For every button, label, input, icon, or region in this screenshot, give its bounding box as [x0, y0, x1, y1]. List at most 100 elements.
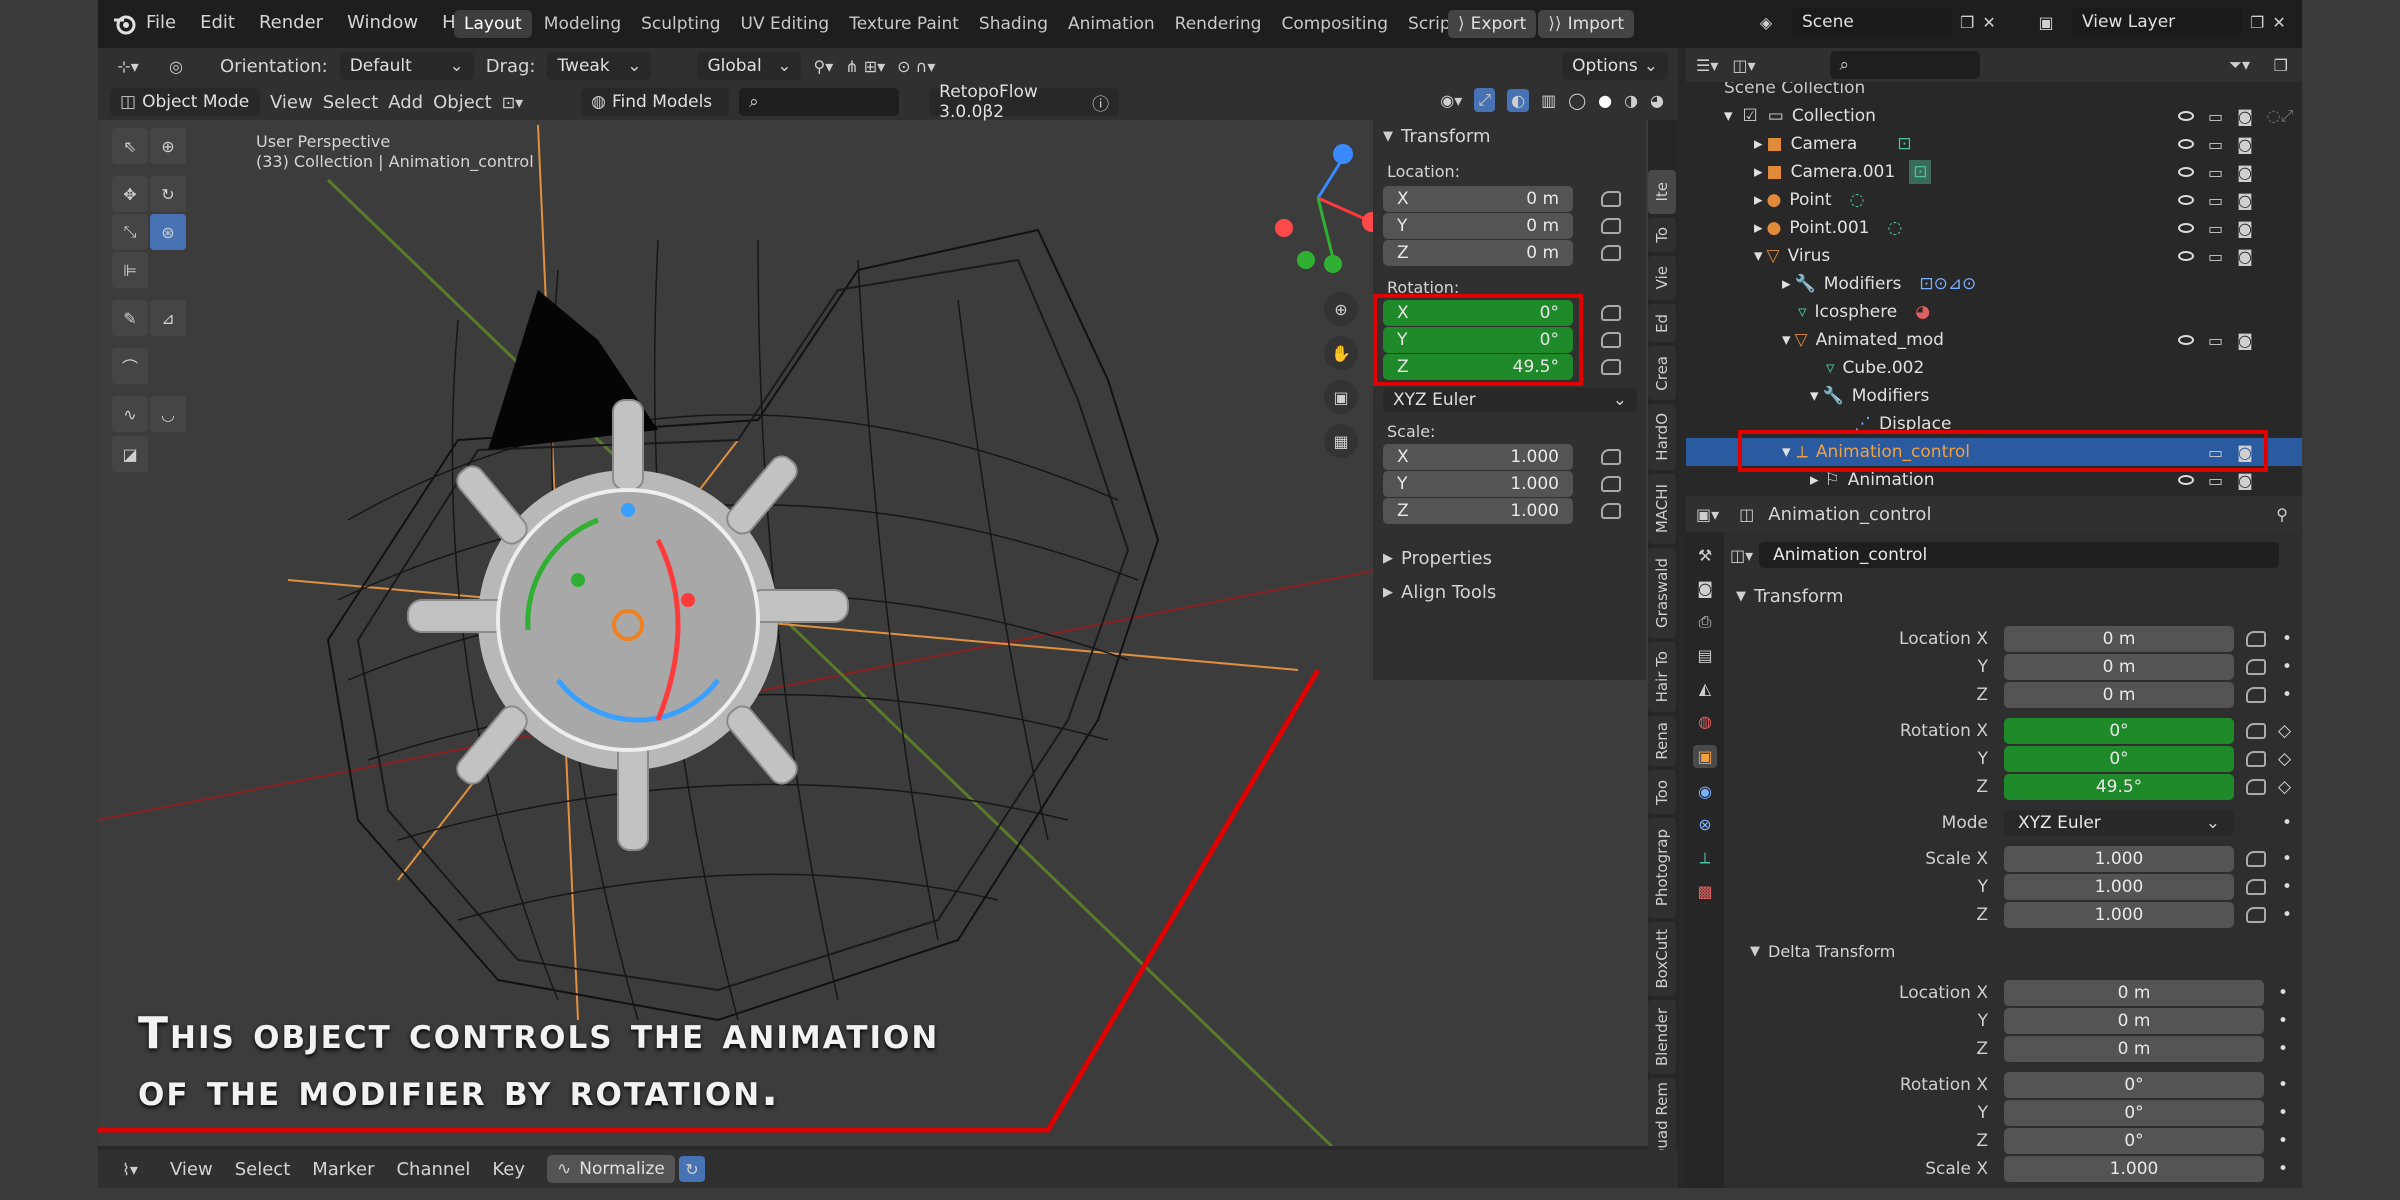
- lock-icon[interactable]: [1601, 476, 1621, 492]
- new-collection-icon[interactable]: ❐: [2274, 56, 2288, 75]
- tab-sculpting[interactable]: Sculpting: [633, 10, 728, 38]
- render-camera-icon[interactable]: ◙: [2237, 219, 2253, 238]
- tab-graswald[interactable]: Graswald: [1648, 548, 1676, 638]
- tab-machin3[interactable]: MACHI: [1648, 474, 1676, 544]
- keyframe-diamond-icon[interactable]: ◇: [2278, 777, 2291, 797]
- proportional-edit-icon[interactable]: ⊙ ∩▾: [897, 57, 935, 76]
- location-z-input[interactable]: 0 m: [2004, 682, 2234, 708]
- tab-layout[interactable]: Layout: [454, 10, 532, 38]
- keyframe-dot-icon[interactable]: •: [2278, 1075, 2288, 1095]
- view-layer-tab-icon[interactable]: ▤: [1697, 646, 1712, 665]
- tab-render[interactable]: Rena: [1648, 716, 1676, 766]
- monitor-icon[interactable]: ▭: [2208, 163, 2223, 182]
- tab-hardops[interactable]: HardO: [1648, 404, 1676, 470]
- scale-z-field[interactable]: Z 1.000: [1383, 498, 1573, 524]
- outliner-editor-icon[interactable]: ☰▾: [1696, 56, 1718, 75]
- monitor-icon[interactable]: ▭: [2208, 191, 2223, 210]
- tool-tab-icon[interactable]: ⚒: [1698, 546, 1712, 565]
- tab-blender[interactable]: Blender: [1648, 1000, 1676, 1074]
- orientation-dropdown[interactable]: Default ⌄: [339, 52, 474, 80]
- find-models-dropdown[interactable]: ◍ Find Models: [581, 88, 730, 116]
- outliner-search[interactable]: ⌕: [1829, 51, 1980, 79]
- timeline-channel-menu[interactable]: Channel: [396, 1159, 470, 1180]
- normalize-toggle[interactable]: ∿ Normalize: [547, 1155, 675, 1183]
- move-tool-icon[interactable]: ✥: [112, 176, 148, 212]
- keyframe-dot-icon[interactable]: •: [2278, 1039, 2288, 1059]
- lock-icon[interactable]: [1601, 218, 1621, 234]
- scene-field[interactable]: Scene: [1792, 8, 1952, 36]
- cursor-tool-icon[interactable]: ⊕: [150, 128, 186, 164]
- delta-rotation-z-input[interactable]: 0°: [2004, 1128, 2264, 1154]
- keyframe-dot-icon[interactable]: •: [2282, 849, 2292, 869]
- tab-tools[interactable]: Too: [1648, 770, 1676, 814]
- keyframe-diamond-icon[interactable]: ◇: [2278, 721, 2291, 741]
- eye-icon[interactable]: [2178, 139, 2194, 149]
- keyframe-dot-icon[interactable]: •: [2282, 813, 2292, 833]
- curve-tool-icon[interactable]: ⌒: [112, 348, 148, 384]
- scale-y-input[interactable]: 1.000: [2004, 874, 2234, 900]
- pan-hand-icon[interactable]: ✋: [1324, 336, 1358, 370]
- location-z-field[interactable]: Z0 m: [1383, 240, 1573, 266]
- keyframe-dot-icon[interactable]: •: [2278, 1103, 2288, 1123]
- lock-icon[interactable]: [2246, 631, 2266, 647]
- lock-icon[interactable]: [2246, 659, 2266, 675]
- scale-x-field[interactable]: X 1.000: [1383, 444, 1573, 470]
- lock-icon[interactable]: [2246, 907, 2266, 923]
- select-tool-icon[interactable]: ⇖: [112, 128, 148, 164]
- checkbox-icon[interactable]: ☑: [1743, 106, 1758, 126]
- draw-tool-icon[interactable]: ∿: [112, 396, 148, 432]
- transform-tool-icon[interactable]: ⊛: [150, 214, 186, 250]
- tab-item[interactable]: Ite: [1648, 170, 1676, 214]
- rotate-tool-icon[interactable]: ↻: [150, 176, 186, 212]
- eye-icon[interactable]: [2178, 251, 2194, 261]
- refresh-icon[interactable]: ↻: [678, 1156, 705, 1182]
- eye-icon[interactable]: [2178, 475, 2194, 485]
- add-menu[interactable]: Add: [388, 92, 423, 113]
- monitor-icon[interactable]: ▭: [2208, 443, 2223, 462]
- lock-icon[interactable]: [2246, 687, 2266, 703]
- physics-tab-icon[interactable]: ◉: [1698, 782, 1712, 801]
- tab-uv-editing[interactable]: UV Editing: [733, 10, 838, 38]
- output-tab-icon[interactable]: ⎙: [1699, 612, 1712, 632]
- keyframe-dot-icon[interactable]: •: [2282, 657, 2292, 677]
- view-layer-field[interactable]: View Layer: [2072, 8, 2242, 36]
- lock-icon[interactable]: [1601, 359, 1621, 375]
- menu-edit[interactable]: Edit: [200, 12, 235, 33]
- menu-window[interactable]: Window: [347, 12, 418, 33]
- world-tab-icon[interactable]: ◍: [1698, 712, 1712, 731]
- visibility-icon[interactable]: ◉▾: [1440, 91, 1462, 110]
- mode-dropdown[interactable]: ◫ Object Mode: [110, 88, 260, 116]
- render-camera-icon[interactable]: ◙: [2237, 331, 2253, 350]
- location-x-field[interactable]: X0 m: [1383, 186, 1573, 212]
- location-y-field[interactable]: Y0 m: [1383, 213, 1573, 239]
- render-camera-icon[interactable]: ◙: [2237, 247, 2253, 266]
- delta-location-z-input[interactable]: 0 m: [2004, 1036, 2264, 1062]
- gizmo-icon[interactable]: ⤢: [1474, 88, 1496, 112]
- tab-photographer[interactable]: Photograp: [1648, 818, 1676, 918]
- lock-icon[interactable]: [1601, 332, 1621, 348]
- navigation-gizmo[interactable]: [1248, 138, 1378, 278]
- render-camera-icon[interactable]: ◙: [2237, 191, 2253, 210]
- delete-scene-icon[interactable]: ✕: [1982, 13, 1995, 32]
- rotation-x-input[interactable]: 0°: [2004, 718, 2234, 744]
- tab-modeling[interactable]: Modeling: [536, 10, 629, 38]
- render-camera-icon[interactable]: ◙: [2237, 471, 2253, 490]
- monitor-icon[interactable]: ▭: [2208, 107, 2223, 126]
- tab-compositing[interactable]: Compositing: [1273, 10, 1396, 38]
- scene-icon[interactable]: ◈: [1748, 13, 1784, 32]
- tab-create[interactable]: Crea: [1648, 346, 1676, 400]
- keyframe-dot-icon[interactable]: •: [2282, 905, 2292, 925]
- delta-location-y-input[interactable]: 0 m: [2004, 1008, 2264, 1034]
- display-mode-icon[interactable]: ◫▾: [1732, 56, 1755, 75]
- delta-rotation-y-input[interactable]: 0°: [2004, 1100, 2264, 1126]
- render-camera-icon[interactable]: ◙: [2237, 135, 2253, 154]
- tab-view[interactable]: Vie: [1648, 256, 1676, 300]
- eye-icon[interactable]: [2178, 167, 2194, 177]
- lock-icon[interactable]: [2246, 851, 2266, 867]
- view-menu[interactable]: View: [270, 92, 313, 113]
- menu-render[interactable]: Render: [259, 12, 323, 33]
- monitor-icon[interactable]: ▭: [2208, 471, 2223, 490]
- lock-icon[interactable]: [1601, 245, 1621, 261]
- properties-editor-icon[interactable]: ▣▾: [1696, 505, 1719, 524]
- shading-solid-icon[interactable]: ●: [1598, 91, 1612, 110]
